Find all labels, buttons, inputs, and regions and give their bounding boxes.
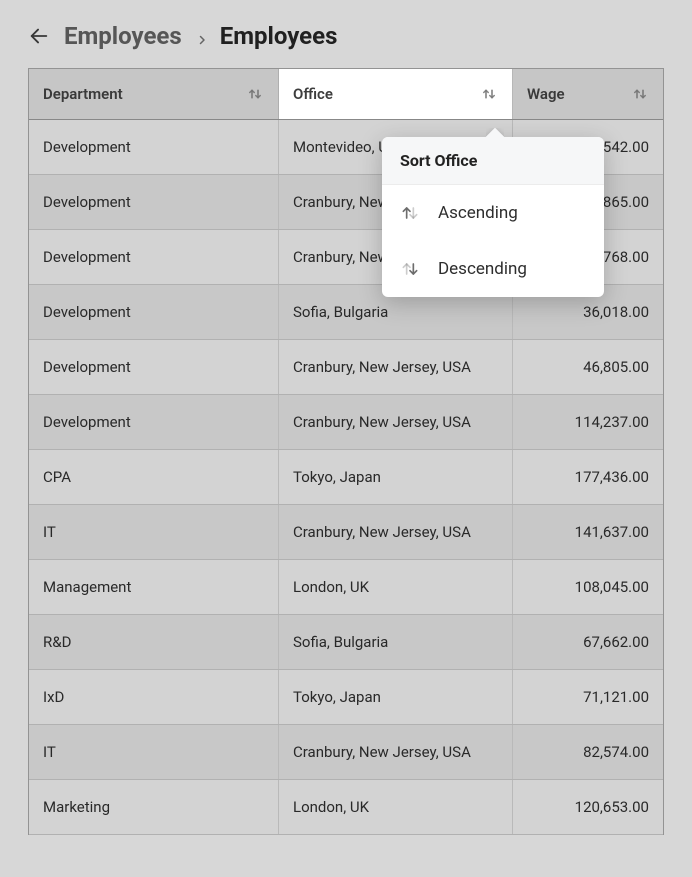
table-row[interactable]: MarketingLondon, UK120,653.00 — [29, 780, 663, 835]
cell-department: IT — [29, 725, 279, 779]
cell-office: Tokyo, Japan — [279, 450, 513, 504]
cell-department: CPA — [29, 450, 279, 504]
cell-wage: 177,436.00 — [513, 450, 663, 504]
sort-option-label: Descending — [438, 259, 527, 279]
sort-ascending-button[interactable]: Ascending — [382, 185, 604, 241]
table-row[interactable]: DevelopmentCranbury, New Jersey, USA46,8… — [29, 340, 663, 395]
cell-wage: 82,574.00 — [513, 725, 663, 779]
cell-office: Tokyo, Japan — [279, 670, 513, 724]
cell-office: London, UK — [279, 560, 513, 614]
cell-department: R&D — [29, 615, 279, 669]
cell-office: Sofia, Bulgaria — [279, 615, 513, 669]
sort-descending-icon — [400, 259, 420, 279]
table-row[interactable]: ManagementLondon, UK108,045.00 — [29, 560, 663, 615]
chevron-right-icon — [196, 31, 206, 41]
sort-icon — [631, 85, 649, 103]
table-header-row: Department Office Wage — [29, 69, 663, 120]
cell-office: Cranbury, New Jersey, USA — [279, 505, 513, 559]
cell-department: Management — [29, 560, 279, 614]
cell-department: Development — [29, 120, 279, 174]
cell-department: Development — [29, 395, 279, 449]
breadcrumb-current: Employees — [220, 22, 338, 50]
table-row[interactable]: IxDTokyo, Japan71,121.00 — [29, 670, 663, 725]
column-header-department[interactable]: Department — [29, 69, 279, 119]
sort-popover-title: Sort Office — [382, 137, 604, 185]
cell-office: Cranbury, New Jersey, USA — [279, 725, 513, 779]
sort-ascending-icon — [400, 203, 420, 223]
breadcrumb: Employees Employees — [0, 0, 692, 68]
column-header-label: Department — [43, 85, 123, 103]
cell-office: Cranbury, New Jersey, USA — [279, 340, 513, 394]
cell-wage: 120,653.00 — [513, 780, 663, 834]
table-row[interactable]: ITCranbury, New Jersey, USA82,574.00 — [29, 725, 663, 780]
table-row[interactable]: ITCranbury, New Jersey, USA141,637.00 — [29, 505, 663, 560]
column-header-office[interactable]: Office — [279, 69, 513, 119]
cell-office: Cranbury, New Jersey, USA — [279, 395, 513, 449]
column-header-label: Wage — [527, 85, 565, 103]
sort-icon — [480, 85, 498, 103]
table-row[interactable]: R&DSofia, Bulgaria67,662.00 — [29, 615, 663, 670]
sort-icon — [246, 85, 264, 103]
cell-department: Development — [29, 175, 279, 229]
cell-department: Development — [29, 340, 279, 394]
sort-popover: Sort Office Ascending Descending — [382, 137, 604, 297]
cell-office: London, UK — [279, 780, 513, 834]
column-header-label: Office — [293, 85, 333, 103]
cell-wage: 114,237.00 — [513, 395, 663, 449]
cell-department: IT — [29, 505, 279, 559]
table-row[interactable]: DevelopmentCranbury, New Jersey, USA114,… — [29, 395, 663, 450]
popover-caret-icon — [486, 128, 504, 138]
sort-descending-button[interactable]: Descending — [382, 241, 604, 297]
cell-department: Development — [29, 230, 279, 284]
back-arrow-icon[interactable] — [28, 25, 50, 47]
cell-wage: 71,121.00 — [513, 670, 663, 724]
cell-department: Development — [29, 285, 279, 339]
cell-department: Marketing — [29, 780, 279, 834]
cell-wage: 46,805.00 — [513, 340, 663, 394]
cell-wage: 67,662.00 — [513, 615, 663, 669]
breadcrumb-previous[interactable]: Employees — [64, 22, 182, 50]
cell-department: IxD — [29, 670, 279, 724]
sort-option-label: Ascending — [438, 203, 518, 223]
column-header-wage[interactable]: Wage — [513, 69, 663, 119]
cell-wage: 108,045.00 — [513, 560, 663, 614]
cell-wage: 141,637.00 — [513, 505, 663, 559]
table-row[interactable]: CPATokyo, Japan177,436.00 — [29, 450, 663, 505]
